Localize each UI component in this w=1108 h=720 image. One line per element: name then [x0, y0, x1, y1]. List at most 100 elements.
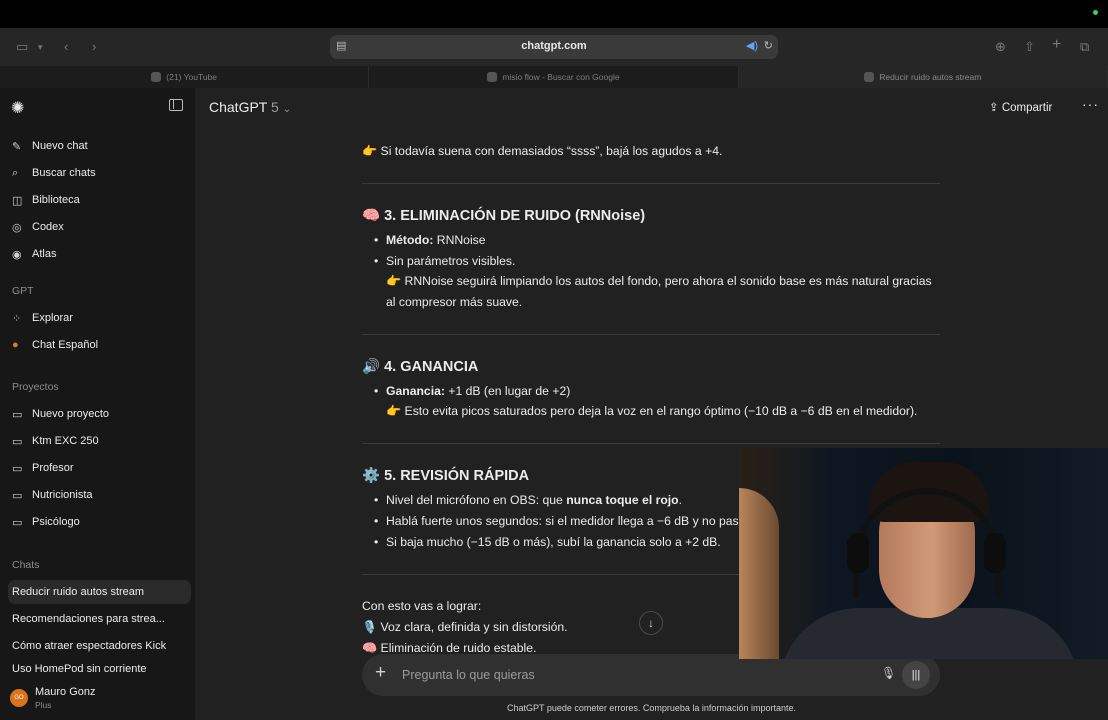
sidebar-item-label: Biblioteca	[32, 194, 80, 206]
edit-icon: ✎	[12, 140, 22, 153]
model-name: ChatGPT	[209, 99, 268, 115]
sidebar-item-label: Nuevo chat	[32, 140, 88, 152]
sidebar-item-label: Atlas	[32, 248, 57, 260]
tab-label: misio flow - Buscar con Google	[502, 72, 620, 82]
user-profile[interactable]: GO Mauro Gonz Plus	[10, 685, 190, 713]
folder-icon: ▭	[12, 489, 23, 502]
sidebar-item-label: Ktm EXC 250	[32, 435, 99, 447]
chat-item-label: Cómo atraer espectadores Kick	[12, 640, 167, 652]
library-button[interactable]: ◫ Biblioteca	[8, 188, 191, 212]
webcam-overlay	[739, 448, 1108, 659]
tab-label: Reducir ruido autos stream	[879, 72, 982, 82]
chat-item-label: Recomendaciones para strea...	[12, 613, 165, 625]
section-heading: 🔊 4. GANANCIA	[362, 359, 479, 375]
sidebar-item-chat-espanol[interactable]: ● Chat Español	[8, 333, 191, 357]
list-item: Hablá fuerte unos segundos: si el medido…	[374, 514, 739, 528]
sidebar-item-explorar[interactable]: ⁘ Explorar	[8, 306, 191, 330]
project-item[interactable]: ▭ Nutricionista	[8, 483, 191, 507]
list-item: Sin parámetros visibles.	[374, 254, 515, 268]
chat-item[interactable]: Cómo atraer espectadores Kick	[8, 634, 191, 658]
list-value: +1 dB (en lugar de +2)	[444, 384, 571, 398]
waveform-icon: |||	[911, 669, 921, 681]
forward-icon[interactable]: ›	[92, 38, 96, 56]
tip-text: 👉 RNNoise seguirá limpiando los autos de…	[386, 271, 936, 313]
tab-chatgpt[interactable]: Reducir ruido autos stream	[738, 66, 1108, 88]
list-item: Ganancia: +1 dB (en lugar de +2)	[374, 384, 571, 398]
microphone-icon[interactable]: 🎙	[881, 666, 896, 680]
scroll-down-button[interactable]: ↓	[639, 611, 663, 635]
project-item[interactable]: ▭ Profesor	[8, 456, 191, 480]
avatar: GO	[10, 689, 28, 707]
tab-google[interactable]: misio flow - Buscar con Google	[369, 66, 739, 88]
outro-lead: Con esto vas a lograr:	[362, 599, 482, 613]
sidebar: ✺ ✎ Nuevo chat ⌕ Buscar chats ◫ Biblioteca …	[0, 88, 195, 720]
headphone-cup	[984, 533, 1006, 573]
audio-playing-icon[interactable]: ◀)	[746, 39, 758, 52]
project-item[interactable]: ▭ Ktm EXC 250	[8, 429, 191, 453]
section-heading: ⚙️ 5. REVISIÓN RÁPIDA	[362, 468, 530, 484]
address-bar[interactable]: ▤ chatgpt.com ◀) ↻	[330, 35, 778, 59]
chevron-down-icon[interactable]: ▾	[38, 38, 43, 56]
section-heading: 🧠 3. ELIMINACIÓN DE RUIDO (RNNoise)	[362, 208, 646, 224]
sidebar-fade	[0, 673, 195, 683]
more-options-icon[interactable]: ···	[1082, 96, 1099, 112]
tab-overview-icon[interactable]: ⧉	[1080, 38, 1089, 56]
gpt-avatar-icon: ●	[12, 339, 19, 351]
chat-item-active[interactable]: Reducir ruido autos stream	[8, 580, 191, 604]
list-item: Método: RNNoise	[374, 233, 486, 247]
bold-label: Método:	[386, 233, 434, 247]
youtube-favicon-icon	[151, 72, 162, 82]
model-selector[interactable]: ChatGPT 5 ⌄	[209, 99, 291, 115]
model-version: 5	[271, 99, 279, 115]
codex-button[interactable]: ◎ Codex	[8, 215, 191, 239]
close-sidebar-icon[interactable]	[169, 99, 183, 111]
user-name: Mauro Gonz	[35, 686, 96, 698]
share-button[interactable]: ⇪ Compartir	[989, 100, 1052, 114]
new-project-button[interactable]: ▭ Nuevo proyecto	[8, 402, 191, 426]
project-item[interactable]: ▭ Psicólogo	[8, 510, 191, 534]
openai-logo-icon[interactable]: ✺	[11, 98, 24, 118]
compass-icon: ◉	[12, 248, 22, 261]
chats-section-title: Chats	[12, 559, 40, 571]
outro-item: 🎙️ Voz clara, definida y sin distorsión.	[362, 620, 568, 634]
folder-plus-icon: ▭	[12, 408, 23, 421]
tip-line: al compresor más suave.	[386, 295, 523, 309]
back-icon[interactable]: ‹	[64, 38, 68, 56]
browser-toolbar: ▭ ▾ ‹ › ▤ chatgpt.com ◀) ↻ ⊕ ⇧ + ⧉	[0, 28, 1108, 66]
voice-mode-button[interactable]: |||	[902, 661, 930, 689]
folder-icon: ▭	[12, 516, 23, 529]
sidebar-item-label: Buscar chats	[32, 167, 96, 179]
new-chat-button[interactable]: ✎ Nuevo chat	[8, 134, 191, 158]
add-attachment-icon[interactable]: +	[375, 662, 386, 684]
library-icon: ◫	[12, 194, 23, 207]
composer: + 🎙 |||	[362, 654, 940, 696]
sidebar-item-label: Explorar	[32, 312, 73, 324]
list-item: Nivel del micrófono en OBS: que nunca to…	[374, 493, 682, 507]
menu-bar	[0, 0, 1108, 28]
divider	[362, 334, 940, 335]
share-icon[interactable]: ⇧	[1024, 38, 1035, 56]
url-text: chatgpt.com	[521, 40, 587, 52]
grid-icon: ⁘	[12, 312, 22, 325]
chat-item-label: Reducir ruido autos stream	[12, 586, 145, 598]
search-icon: ⌕	[12, 166, 19, 179]
search-chats-button[interactable]: ⌕ Buscar chats	[8, 161, 191, 185]
download-icon[interactable]: ⊕	[995, 38, 1006, 56]
divider	[362, 183, 940, 184]
tab-bar: (21) YouTube misio flow - Buscar con Goo…	[0, 66, 1108, 88]
new-tab-icon[interactable]: +	[1052, 36, 1061, 54]
projects-section-title: Proyectos	[12, 381, 59, 393]
list-text: Nivel del micrófono en OBS: que	[386, 493, 567, 507]
sidebar-toggle-icon[interactable]: ▭	[16, 38, 28, 56]
tab-youtube[interactable]: (21) YouTube	[0, 66, 370, 88]
atlas-button[interactable]: ◉ Atlas	[8, 242, 191, 266]
sidebar-item-label: Codex	[32, 221, 64, 233]
chevron-down-icon: ⌄	[282, 104, 292, 115]
reload-icon[interactable]: ↻	[764, 39, 773, 52]
sidebar-item-label: Psicólogo	[32, 516, 80, 528]
list-value: RNNoise	[433, 233, 486, 247]
list-text: .	[678, 493, 682, 507]
sidebar-item-label: Profesor	[32, 462, 74, 474]
chat-item[interactable]: Recomendaciones para strea...	[8, 607, 191, 631]
prompt-input[interactable]	[402, 665, 842, 685]
